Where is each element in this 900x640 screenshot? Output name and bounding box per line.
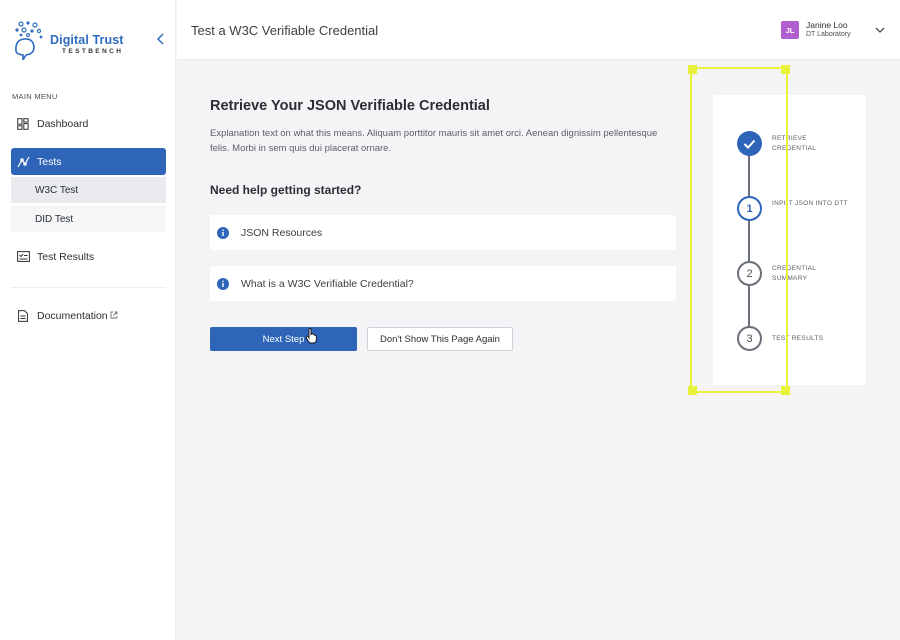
sidebar: Digital Trust TESTBENCH MAIN MENU Dashbo… (0, 0, 176, 640)
sidebar-item-test-results[interactable]: Test Results (11, 243, 166, 270)
step-3-todo[interactable]: 2 (737, 261, 762, 286)
step-4-todo[interactable]: 3 (737, 326, 762, 351)
next-step-button[interactable]: Next Step (210, 327, 357, 351)
external-link-icon (110, 310, 118, 322)
highlight-corner (688, 65, 697, 74)
sidebar-item-label: W3C Test (35, 184, 79, 196)
info-icon (217, 226, 229, 239)
sidebar-item-dashboard[interactable]: Dashboard (11, 110, 166, 137)
test-results-icon (16, 250, 30, 264)
stepper-connector-line (748, 143, 750, 339)
main-heading: Retrieve Your JSON Verifiable Credential (210, 98, 490, 114)
sidebar-item-label: DID Test (35, 213, 74, 225)
sidebar-subitem-did-test[interactable]: DID Test (11, 206, 166, 232)
chevron-down-icon[interactable] (874, 24, 886, 36)
highlight-corner (781, 386, 790, 395)
document-icon (16, 309, 30, 323)
accordion-json-resources[interactable]: JSON Resources (210, 215, 676, 250)
tests-icon (16, 155, 30, 169)
page-title: Test a W3C Verifiable Credential (191, 23, 379, 38)
explanation-text: Explanation text on what this means. Ali… (210, 128, 658, 154)
sidebar-item-documentation[interactable]: Documentation (11, 302, 166, 329)
step-2-current[interactable]: 1 (737, 196, 762, 221)
brand-logo[interactable]: Digital Trust TESTBENCH (12, 20, 162, 64)
avatar: JL (781, 21, 799, 39)
sidebar-divider (11, 287, 166, 288)
collapse-sidebar-button[interactable] (154, 33, 168, 49)
user-organization: DT Laboratory (806, 31, 851, 38)
accordion-label: What is a W3C Verifiable Credential? (241, 277, 414, 290)
dashboard-grid-icon (16, 117, 30, 131)
step-label: RETRIEVE CREDENTIAL (772, 135, 817, 152)
user-menu[interactable]: JL Janine Loo DT Laboratory (766, 18, 886, 44)
sidebar-item-label: Test Results (37, 250, 95, 263)
step-label: TEST RESULTS (772, 335, 824, 342)
chevron-left-icon (156, 33, 164, 45)
check-icon (743, 139, 756, 149)
accordion-what-is-w3c-vc[interactable]: What is a W3C Verifiable Credential? (210, 266, 676, 301)
sidebar-item-tests[interactable]: Tests (11, 148, 166, 175)
sidebar-subitem-w3c-test[interactable]: W3C Test (11, 177, 166, 203)
brand-title: Digital Trust (50, 33, 124, 47)
user-name: Janine Loo (806, 20, 848, 30)
brand-subtitle: TESTBENCH (62, 48, 124, 55)
help-heading: Need help getting started? (210, 183, 362, 197)
logo-icon (15, 21, 43, 60)
highlight-corner (688, 386, 697, 395)
step-1-complete[interactable] (737, 131, 762, 156)
step-label: CREDENTIAL SUMMARY (772, 265, 816, 282)
top-header: Test a W3C Verifiable Credential JL Jani… (177, 0, 900, 60)
sidebar-item-label: Dashboard (37, 117, 89, 130)
sidebar-item-label: Documentation (37, 309, 108, 322)
sidebar-item-label: Tests (37, 155, 62, 168)
highlight-corner (781, 65, 790, 74)
info-icon (217, 277, 229, 290)
main-menu-heading: MAIN MENU (12, 92, 58, 101)
accordion-label: JSON Resources (241, 226, 323, 239)
dont-show-again-button[interactable]: Don't Show This Page Again (367, 327, 513, 351)
step-label: INPUT JSON INTO DTT (772, 200, 848, 207)
